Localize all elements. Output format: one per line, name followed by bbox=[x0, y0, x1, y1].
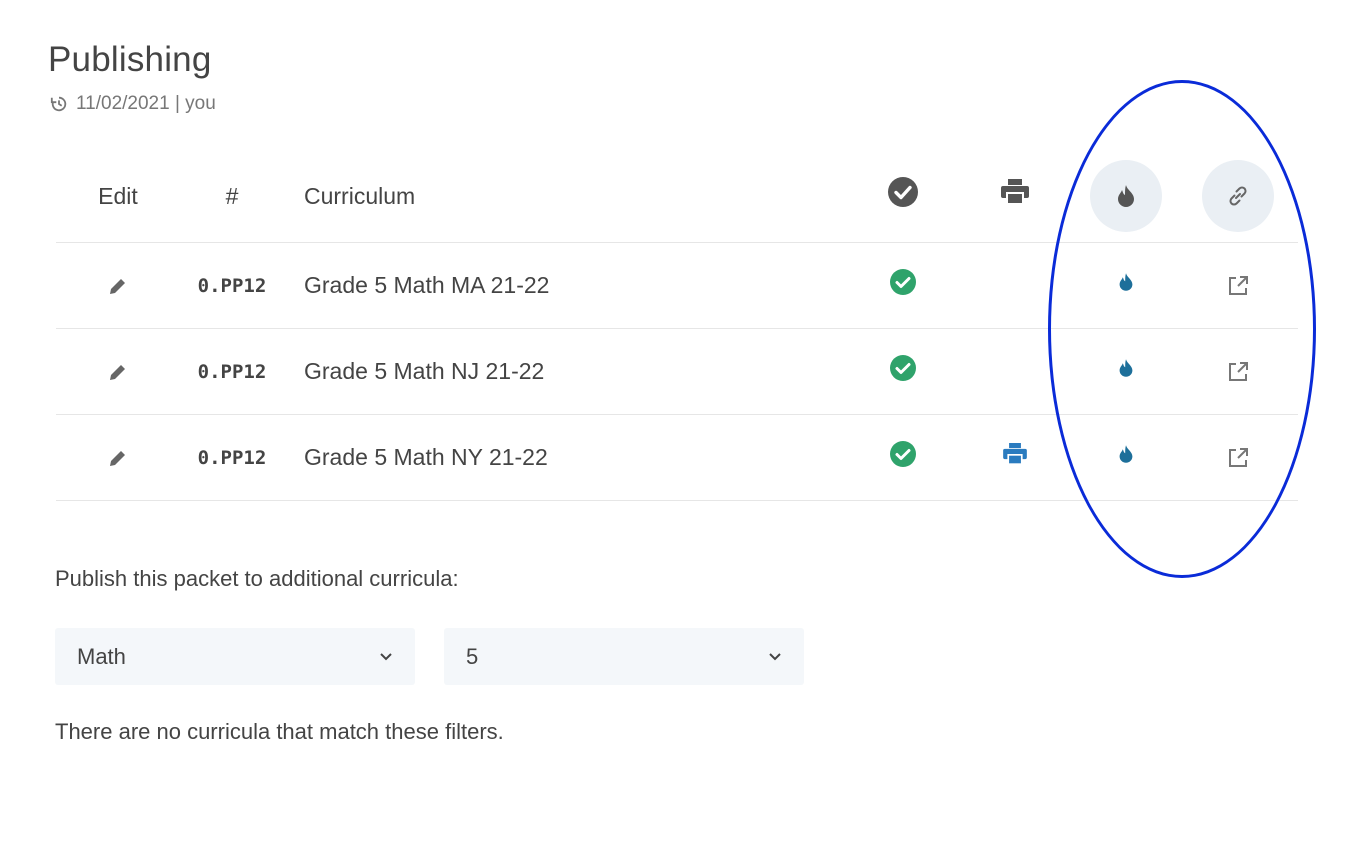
external-link-icon[interactable] bbox=[1227, 447, 1249, 469]
external-link-icon[interactable] bbox=[1227, 275, 1249, 297]
chevron-down-icon bbox=[769, 652, 781, 660]
check-circle-icon bbox=[890, 354, 916, 381]
pencil-icon[interactable] bbox=[108, 448, 128, 468]
header-curriculum: Curriculum bbox=[304, 182, 416, 209]
page-title: Publishing bbox=[48, 40, 212, 79]
check-circle-icon bbox=[890, 268, 916, 295]
pencil-icon[interactable] bbox=[108, 362, 128, 382]
grade-select[interactable]: 5 bbox=[444, 628, 804, 685]
history-icon bbox=[50, 96, 67, 112]
last-updated-text: 11/02/2021 | you bbox=[76, 93, 216, 114]
external-link-icon[interactable] bbox=[1227, 361, 1249, 383]
packet-number: 0.PP12 bbox=[197, 360, 267, 383]
table-row: 0.PP12 Grade 5 Math NJ 21-22 bbox=[56, 329, 1298, 415]
printer-icon bbox=[1001, 179, 1029, 205]
curriculum-name: Grade 5 Math MA 21-22 bbox=[304, 272, 550, 298]
header-number: # bbox=[225, 182, 239, 209]
check-circle-icon bbox=[890, 440, 916, 467]
subject-select-value: Math bbox=[77, 643, 126, 669]
printer-icon[interactable] bbox=[1003, 442, 1027, 465]
publish-all-button[interactable] bbox=[1090, 160, 1162, 232]
copy-links-button[interactable] bbox=[1202, 160, 1274, 232]
header-edit: Edit bbox=[98, 182, 138, 209]
check-circle-icon bbox=[888, 177, 918, 207]
table-header-row: Edit # Curriculum bbox=[56, 150, 1298, 243]
subject-select[interactable]: Math bbox=[55, 628, 415, 685]
curriculum-name: Grade 5 Math NY 21-22 bbox=[304, 444, 548, 470]
table-row: 0.PP12 Grade 5 Math NY 21-22 bbox=[56, 415, 1298, 501]
pencil-icon[interactable] bbox=[108, 276, 128, 296]
fire-icon[interactable] bbox=[1118, 358, 1134, 378]
fire-icon[interactable] bbox=[1118, 272, 1134, 292]
fire-icon[interactable] bbox=[1118, 444, 1134, 464]
curriculum-name: Grade 5 Math NJ 21-22 bbox=[304, 358, 545, 384]
publish-label: Publish this packet to additional curric… bbox=[55, 566, 459, 591]
publishing-page: Publishing 11/02/2021 | you Edit # Curri… bbox=[0, 0, 1354, 842]
table-row: 0.PP12 Grade 5 Math MA 21-22 bbox=[56, 243, 1298, 329]
packet-number: 0.PP12 bbox=[197, 446, 267, 469]
grade-select-value: 5 bbox=[466, 643, 479, 669]
fire-icon bbox=[1118, 185, 1134, 207]
packet-number: 0.PP12 bbox=[197, 274, 267, 297]
link-icon bbox=[1229, 186, 1247, 206]
last-updated: 11/02/2021 | you bbox=[50, 93, 216, 115]
empty-message: There are no curricula that match these … bbox=[55, 719, 504, 744]
chevron-down-icon bbox=[380, 652, 392, 660]
curricula-table: Edit # Curriculum 0.PP12 Grade 5 Math MA… bbox=[56, 150, 1298, 501]
